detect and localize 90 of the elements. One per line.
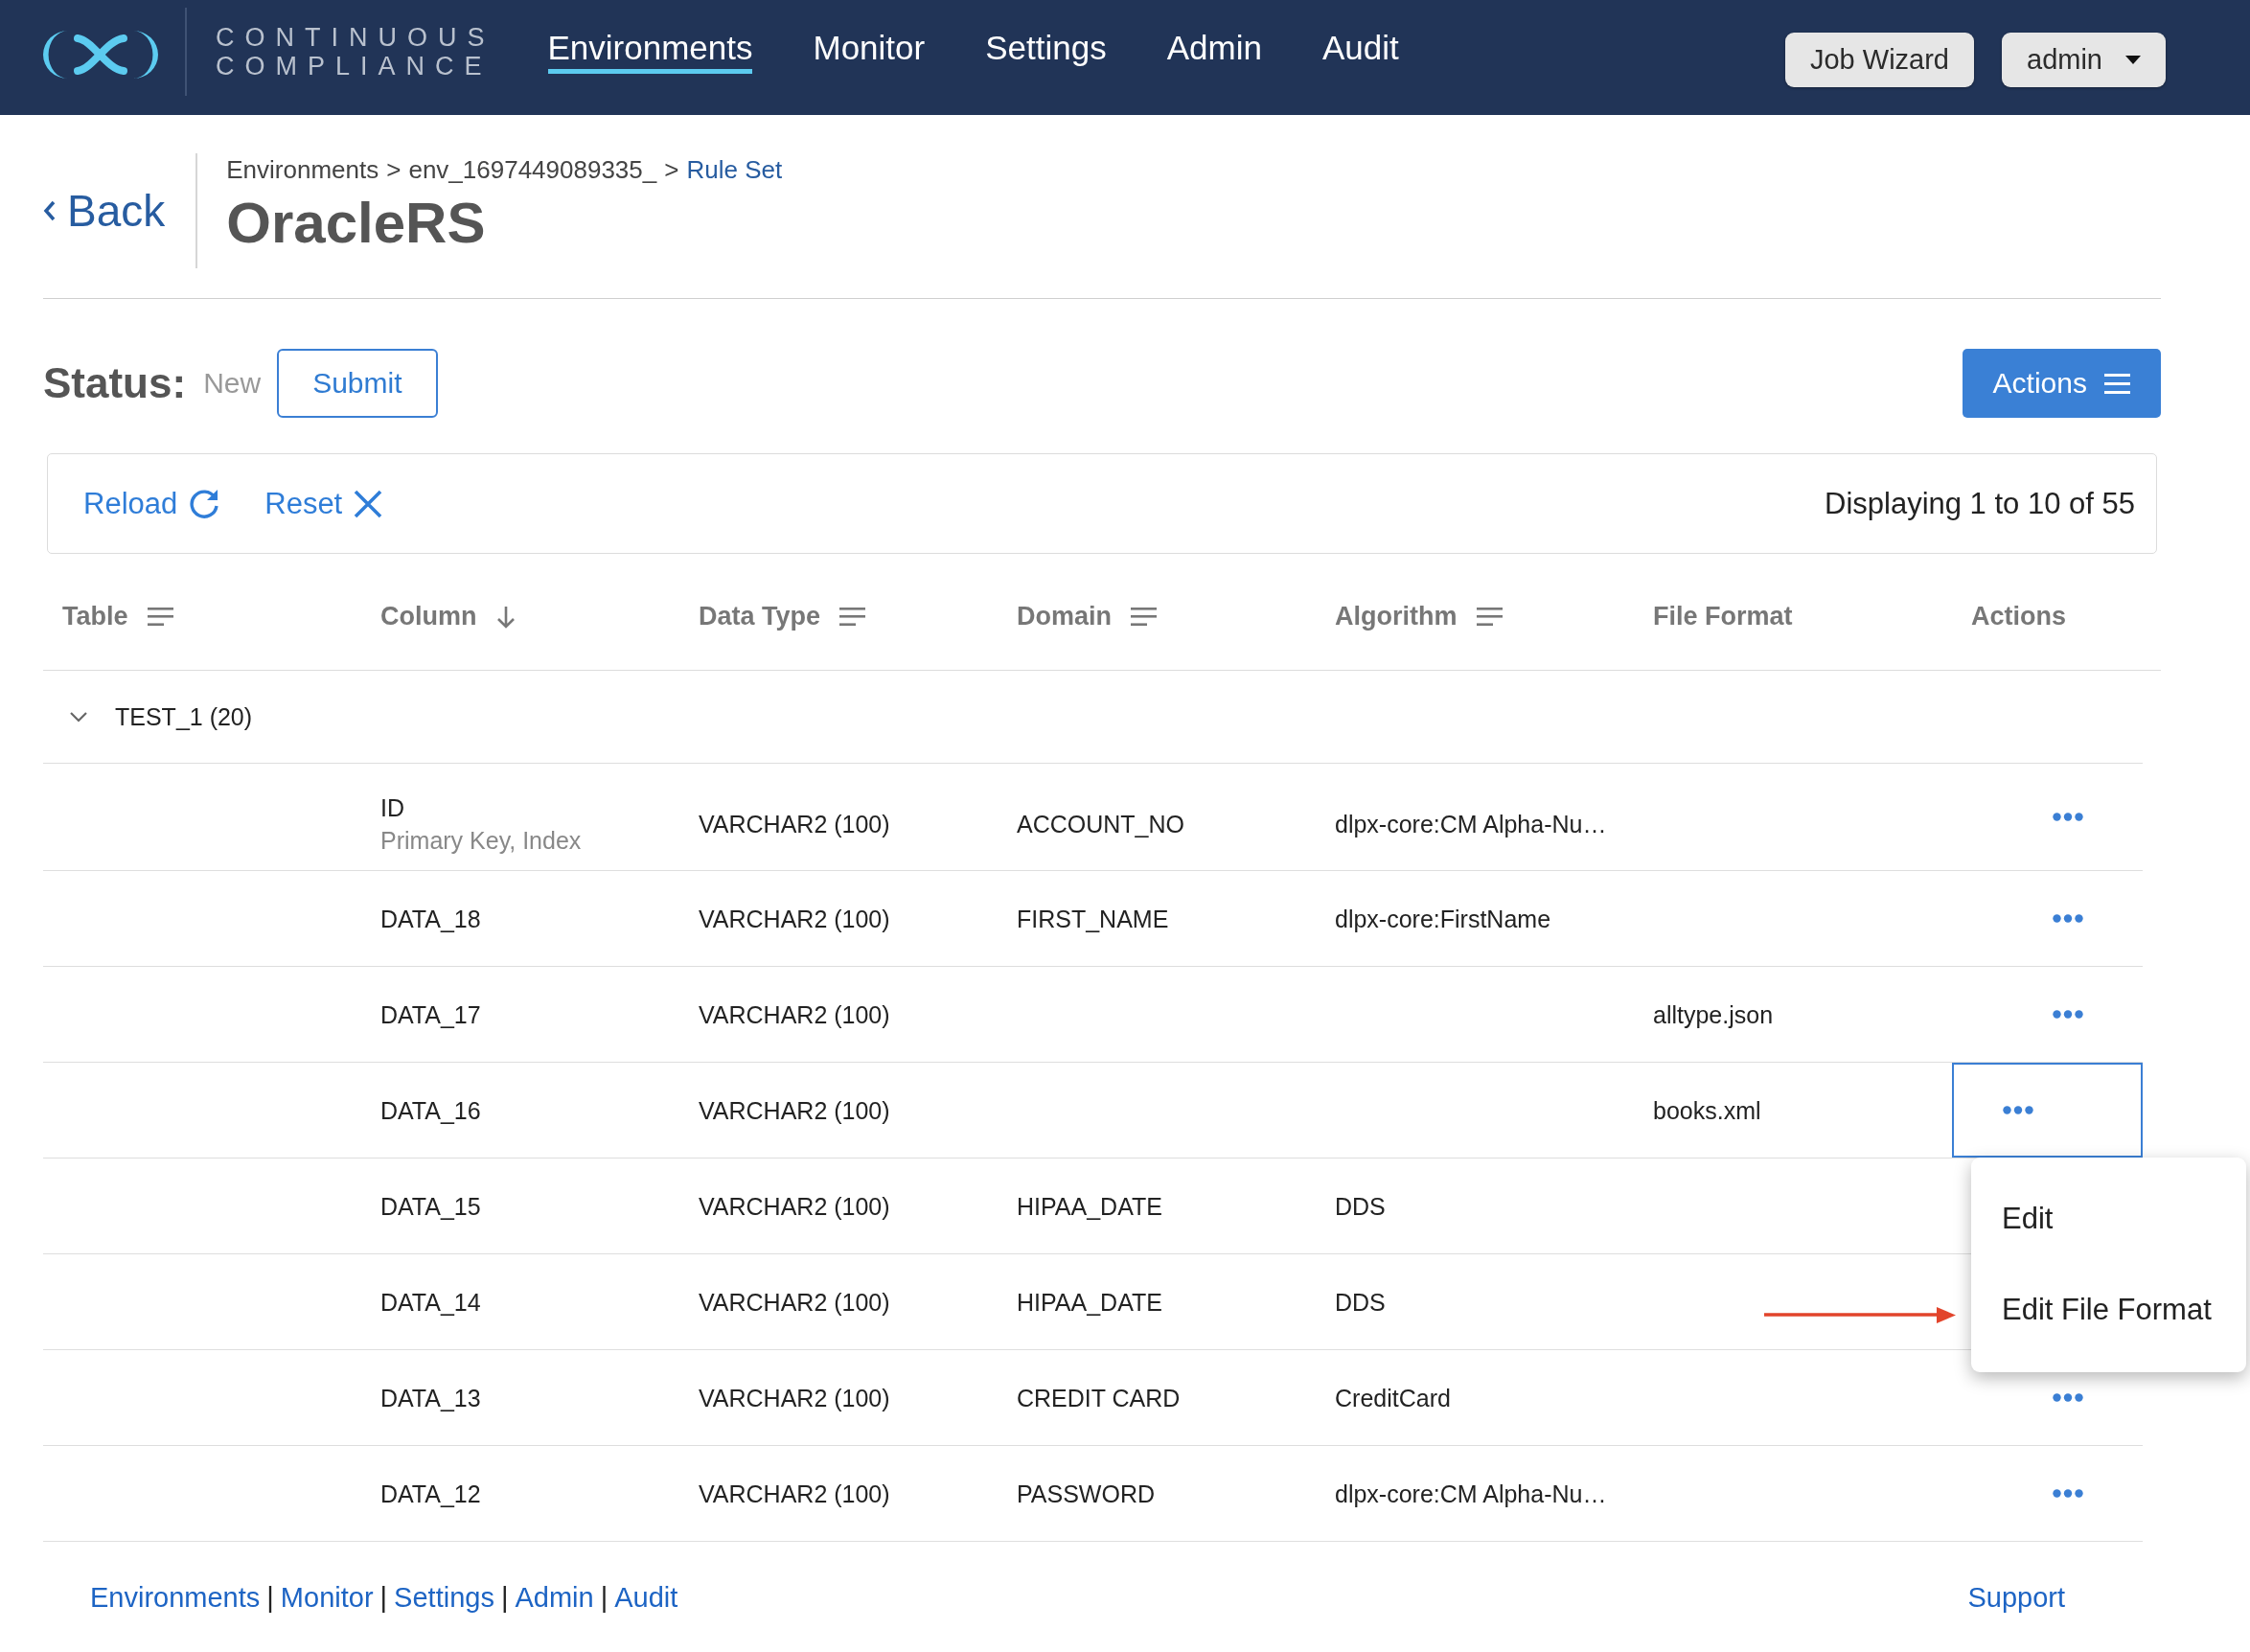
column-header[interactable]: Actions bbox=[1971, 602, 2066, 631]
breadcrumb-separator: > bbox=[664, 154, 679, 186]
back-link[interactable]: Back bbox=[43, 185, 166, 237]
table-cell-text: FIRST_NAME bbox=[1017, 904, 1170, 934]
table-cell-text: DDS bbox=[1335, 1287, 1387, 1318]
table-cell-text: VARCHAR2 (100) bbox=[699, 1095, 891, 1126]
status-label: Status: bbox=[43, 359, 187, 407]
breadcrumb-separator: > bbox=[386, 154, 402, 186]
column-header[interactable]: Column bbox=[380, 602, 516, 631]
table-cell-text: PASSWORD bbox=[1017, 1479, 1156, 1509]
job-wizard-button[interactable]: Job Wizard bbox=[1784, 33, 1974, 87]
menu-icon bbox=[2104, 373, 2130, 394]
filter-icon[interactable] bbox=[839, 608, 866, 626]
table-cell-text: dlpx-core:FirstName bbox=[1335, 904, 1552, 934]
filter-icon[interactable] bbox=[147, 608, 173, 626]
menu-item[interactable]: Edit bbox=[1971, 1173, 2246, 1264]
column-header[interactable]: File Format bbox=[1653, 602, 1793, 631]
caret-down-icon bbox=[2125, 56, 2141, 64]
table-cell-text: dlpx-core:CM Alpha-Nu… bbox=[1335, 1479, 1608, 1509]
column-header[interactable]: Domain bbox=[1017, 602, 1157, 631]
submit-button[interactable]: Submit bbox=[277, 349, 438, 418]
table-cell-text: alltype.json bbox=[1653, 999, 1775, 1030]
table-cell-text: HIPAA_DATE bbox=[1017, 1191, 1163, 1222]
column-header[interactable]: Table bbox=[62, 602, 173, 631]
footer-link[interactable]: Admin bbox=[515, 1578, 594, 1617]
footer-link[interactable]: Settings bbox=[394, 1578, 494, 1617]
table-cell-text: VARCHAR2 (100) bbox=[699, 1479, 891, 1509]
more-icon bbox=[2053, 914, 2083, 923]
table-cell-text: DATA_16 bbox=[380, 1095, 482, 1126]
table-cell-text: DATA_13 bbox=[380, 1383, 482, 1413]
footer-link[interactable]: Monitor bbox=[280, 1578, 374, 1617]
table-cell-text: CREDIT CARD bbox=[1017, 1383, 1182, 1413]
more-icon bbox=[2003, 1106, 2033, 1114]
table-cell-text: ACCOUNT_NO bbox=[1017, 809, 1185, 839]
close-icon bbox=[354, 489, 383, 518]
nav-tab[interactable]: Environments bbox=[547, 29, 753, 74]
footer-link[interactable]: Audit bbox=[614, 1578, 678, 1617]
status-value: New bbox=[203, 367, 262, 400]
column-header[interactable]: Data Type bbox=[699, 602, 866, 631]
nav-tab[interactable]: Settings bbox=[985, 29, 1107, 74]
group-toggle[interactable]: TEST_1 (20) bbox=[70, 702, 253, 731]
footer-separator: | bbox=[600, 1581, 608, 1615]
support-link[interactable]: Support bbox=[1967, 1578, 2065, 1617]
table-cell-text: DATA_15 bbox=[380, 1191, 482, 1222]
chevron-left-icon bbox=[43, 200, 56, 221]
table-cell-text: CreditCard bbox=[1335, 1383, 1452, 1413]
menu-item[interactable]: Edit File Format bbox=[1971, 1264, 2246, 1355]
more-actions-button[interactable] bbox=[1952, 1063, 2143, 1158]
table-cell-text: dlpx-core:CM Alpha-Nu… bbox=[1335, 809, 1608, 839]
breadcrumb-item: env_1697449089335_ bbox=[408, 154, 657, 186]
nav-tab[interactable]: Monitor bbox=[813, 29, 926, 74]
nav-tab[interactable]: Admin bbox=[1166, 29, 1262, 74]
arrow-down-icon[interactable] bbox=[495, 605, 516, 629]
table-cell-text: VARCHAR2 (100) bbox=[699, 1383, 891, 1413]
table-cell-text: VARCHAR2 (100) bbox=[699, 904, 891, 934]
nav-tab[interactable]: Audit bbox=[1321, 29, 1399, 74]
table-cell-text: ID bbox=[380, 792, 405, 823]
column-header[interactable]: Algorithm bbox=[1335, 602, 1503, 631]
reload-button[interactable]: Reload bbox=[83, 486, 221, 521]
more-icon bbox=[2053, 1010, 2083, 1019]
breadcrumb-link[interactable]: Rule Set bbox=[686, 153, 783, 186]
column-note: Primary Key, Index bbox=[380, 825, 583, 856]
table-cell-text: HIPAA_DATE bbox=[1017, 1287, 1163, 1318]
footer-separator: | bbox=[500, 1581, 509, 1615]
table-cell-text: VARCHAR2 (100) bbox=[699, 1191, 891, 1222]
table-cell-text: DATA_18 bbox=[380, 904, 482, 934]
more-icon bbox=[2053, 1393, 2083, 1402]
reset-button[interactable]: Reset bbox=[264, 486, 383, 521]
footer-separator: | bbox=[379, 1581, 388, 1615]
actions-button[interactable]: Actions bbox=[1962, 349, 2161, 418]
table-cell-text: VARCHAR2 (100) bbox=[699, 809, 891, 839]
more-icon bbox=[2053, 813, 2083, 821]
breadcrumb-item: Environments bbox=[226, 154, 379, 186]
filter-icon[interactable] bbox=[1476, 608, 1503, 626]
refresh-icon bbox=[189, 488, 221, 519]
footer-link[interactable]: Environments bbox=[90, 1578, 261, 1617]
table-cell-text: books.xml bbox=[1653, 1095, 1762, 1126]
user-menu-button[interactable]: admin bbox=[2002, 33, 2166, 87]
page-title: OracleRS bbox=[226, 195, 487, 252]
table-cell-text: DATA_14 bbox=[380, 1287, 482, 1318]
pagination-summary: Displaying 1 to 10 of 55 bbox=[1825, 486, 2135, 521]
footer-separator: | bbox=[266, 1581, 274, 1615]
table-cell-text: DATA_17 bbox=[380, 999, 482, 1030]
filter-icon[interactable] bbox=[1131, 608, 1157, 626]
table-cell-text: DDS bbox=[1335, 1191, 1387, 1222]
brand-wordmark: CONTINUOUS COMPLIANCE bbox=[216, 23, 495, 80]
table-cell-text: DATA_12 bbox=[380, 1479, 482, 1509]
table-cell-text: VARCHAR2 (100) bbox=[699, 999, 891, 1030]
more-icon bbox=[2053, 1489, 2083, 1498]
table-cell-text: VARCHAR2 (100) bbox=[699, 1287, 891, 1318]
